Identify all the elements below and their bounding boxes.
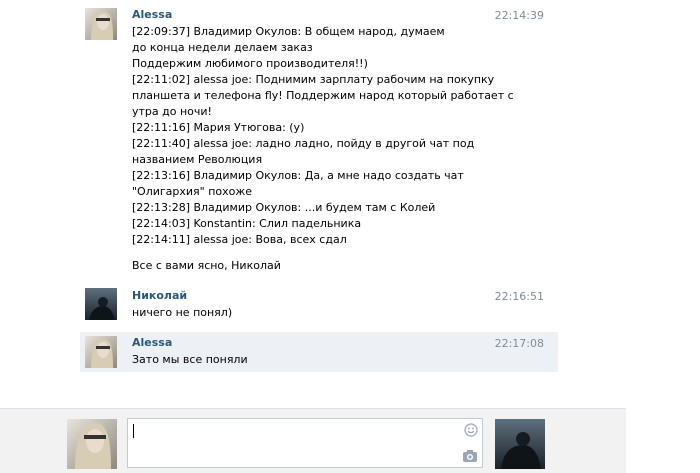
avatar[interactable] <box>85 336 117 368</box>
message-line: до конца недели делаем заказ <box>132 41 313 54</box>
message-text: ничего не понял) <box>132 306 233 319</box>
message-line: названием Революция <box>132 153 263 166</box>
message-line: планшета и телефона fly! Поддержим народ… <box>132 89 514 102</box>
text-cursor <box>133 424 134 438</box>
message-author[interactable]: Николай <box>132 289 187 302</box>
message-author[interactable]: Alessa <box>132 336 172 349</box>
message-time: 22:17:08 <box>494 337 544 350</box>
message-item: Alessa 22:14:39 [22:09:37] Владимир Окул… <box>80 0 558 284</box>
avatar[interactable] <box>85 288 117 320</box>
my-avatar[interactable] <box>67 419 117 469</box>
smile-icon[interactable] <box>464 423 478 437</box>
message-line: Поддержим любимого производителя!!) <box>132 57 368 70</box>
composer-bar <box>0 408 626 473</box>
message-line: [22:09:37] Владимир Окулов: В общем наро… <box>132 25 445 38</box>
message-line: "Олигархия" похоже <box>132 185 253 198</box>
message-text: Зато мы все поняли <box>132 353 248 366</box>
message-line: [22:11:02] alessa joe: Поднимим зарплату… <box>132 73 495 86</box>
message-line: [22:14:11] alessa joe: Вова, всех сдал <box>132 233 347 246</box>
message-line: [22:13:28] Владимир Окулов: ...и будем т… <box>132 201 436 214</box>
message-time: 22:14:39 <box>494 9 544 22</box>
message-line: [22:11:16] Мария Утюгова: (у) <box>132 121 305 134</box>
camera-icon[interactable] <box>462 449 478 463</box>
message-line: Все с вами ясно, Николай <box>132 259 281 272</box>
message-line: утра до ночи! <box>132 105 212 118</box>
message-item: Alessa 22:17:08 Зато мы все поняли <box>80 332 558 372</box>
peer-avatar[interactable] <box>495 419 545 469</box>
message-line: [22:11:40] alessa joe: ладно ладно, пойд… <box>132 137 475 150</box>
message-line: [22:14:03] Konstantin: Слил падельника <box>132 217 362 230</box>
avatar[interactable] <box>85 8 117 40</box>
message-input[interactable] <box>127 418 483 468</box>
message-author[interactable]: Alessa <box>132 8 172 21</box>
message-item: Николай 22:16:51 ничего не понял) <box>80 284 558 328</box>
message-line: [22:13:16] Владимир Окулов: Да, а мне на… <box>132 169 464 182</box>
message-time: 22:16:51 <box>494 290 544 303</box>
